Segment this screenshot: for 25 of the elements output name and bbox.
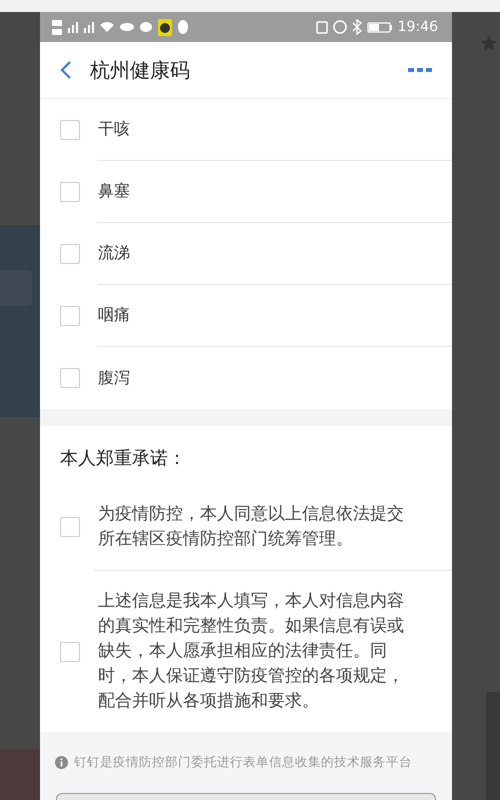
wifi-icon bbox=[100, 22, 114, 32]
checkbox[interactable] bbox=[60, 368, 80, 388]
battery-icon bbox=[366, 22, 393, 32]
more-icon[interactable] bbox=[408, 67, 432, 73]
symptom-label: 腹泻 bbox=[98, 366, 131, 388]
info-icon bbox=[55, 756, 68, 769]
page-title: 杭州健康码 bbox=[90, 56, 191, 84]
checkbox[interactable] bbox=[60, 517, 80, 537]
commitment-text: 上述信息是我本人填写，本人对信息内容的真实性和完整性负责。如果信息有误或缺失，本人愿承担相应的法律责任。同时，本人保证遵守防疫管控的各项规定，配合并听从各项措施和要求。 bbox=[98, 590, 405, 713]
checkbox[interactable] bbox=[60, 120, 80, 140]
checkbox[interactable] bbox=[60, 642, 80, 662]
checkbox[interactable] bbox=[60, 306, 80, 326]
checkbox[interactable] bbox=[60, 244, 80, 264]
back-icon[interactable] bbox=[60, 60, 72, 80]
section-title: 本人郑重承诺： bbox=[59, 447, 187, 471]
bottom-button[interactable] bbox=[56, 793, 436, 800]
status-time: 19:46 bbox=[398, 19, 438, 35]
bluetooth-icon bbox=[352, 19, 362, 35]
signal-icon bbox=[68, 22, 78, 32]
chat-icon bbox=[140, 22, 152, 32]
signal-icon bbox=[84, 22, 94, 32]
checkbox[interactable] bbox=[60, 182, 80, 202]
footer-note: 钉钉是疫情防控部门委托进行表单信息收集的技术服务平台 bbox=[74, 754, 412, 771]
commitment-text: 为疫情防控，本人同意以上信息依法提交所在辖区疫情防控部门统筹管理。 bbox=[98, 503, 405, 551]
app-icon bbox=[158, 18, 172, 36]
